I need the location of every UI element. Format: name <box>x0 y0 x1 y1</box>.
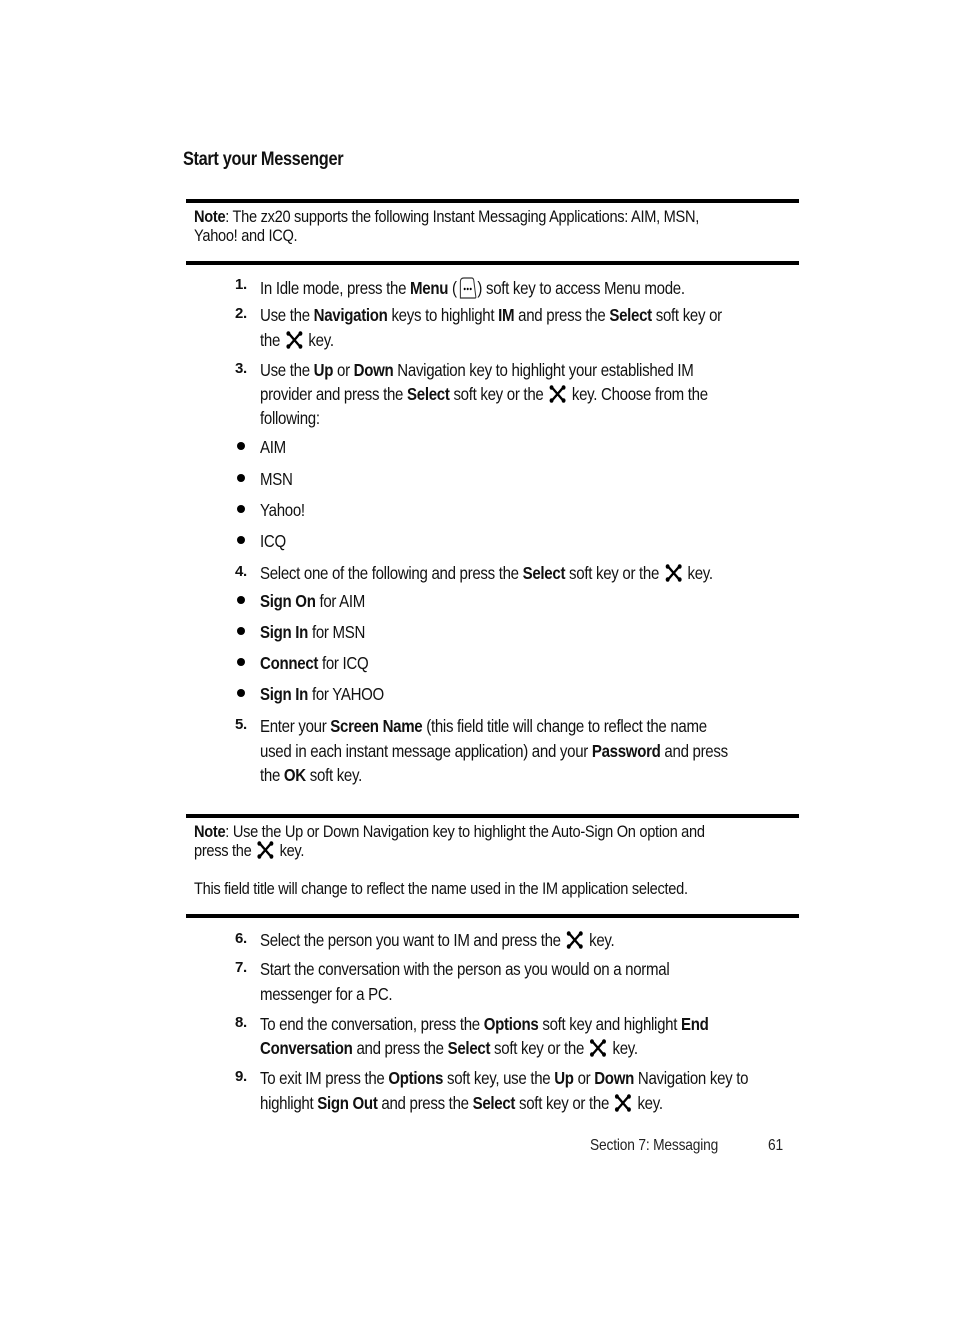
step-number: 9. <box>235 1068 247 1085</box>
step-8: 8. To end the conversation, press the Op… <box>235 1014 709 1058</box>
step-9: 9. To exit IM press the Options soft key… <box>235 1068 749 1113</box>
bullet-icon <box>237 627 245 635</box>
menu-soft-key-icon <box>457 276 478 300</box>
bullet-item: AIM <box>0 437 954 459</box>
note-bottom-rule <box>186 914 799 918</box>
note-bottom-rule <box>186 261 799 265</box>
footer-section: Section 7: Messaging <box>590 1137 719 1154</box>
bullet-icon <box>237 658 245 666</box>
step-6: 6. Select the person you want to IM and … <box>235 930 615 950</box>
select-key-icon <box>549 385 566 403</box>
step-3: 3. Use the Up or Down Navigation key to … <box>235 360 708 428</box>
page-number: 61 <box>768 1137 783 1154</box>
step-5: 5. Enter your Screen Name (this field ti… <box>235 716 728 785</box>
step-1: 1. In Idle mode, press the Menu () soft … <box>235 276 685 300</box>
select-key-icon <box>615 1094 632 1112</box>
bullet-icon <box>237 596 245 604</box>
select-key-icon <box>665 564 682 582</box>
note-box-1: Note: The zx20 supports the following In… <box>194 207 794 245</box>
select-key-icon <box>286 331 303 349</box>
select-key-icon <box>257 841 274 859</box>
note-text: This field title will change to reflect … <box>194 879 688 898</box>
note-box-2: Note: Use the Up or Down Navigation key … <box>194 822 705 898</box>
bullet-icon <box>237 689 245 697</box>
bullet-item: MSN <box>0 469 954 491</box>
bullet-icon <box>237 505 245 513</box>
step-number: 5. <box>235 716 247 733</box>
step-number: 7. <box>235 959 247 976</box>
step-number: 6. <box>235 930 247 947</box>
step-7: 7. Start the conversation with the perso… <box>235 959 670 1004</box>
bullet-item: Sign In for MSN <box>0 622 954 644</box>
step-number: 1. <box>235 276 247 293</box>
note-top-rule <box>186 814 799 818</box>
step-number: 3. <box>235 360 247 377</box>
step-number: 2. <box>235 305 247 322</box>
note-text: Yahoo! and ICQ. <box>194 226 298 245</box>
note-text: : The zx20 supports the following Instan… <box>225 207 699 226</box>
step-number: 8. <box>235 1014 247 1031</box>
bullet-item: Yahoo! <box>0 500 954 522</box>
bullet-item: Connect for ICQ <box>0 653 954 675</box>
bullet-icon <box>237 442 245 450</box>
bullet-item: Sign On for AIM <box>0 591 954 613</box>
note-label: Note <box>194 822 226 841</box>
note-label: Note <box>194 207 226 226</box>
section-heading: Start your Messenger <box>183 149 344 170</box>
bullet-icon <box>237 474 245 482</box>
step-number: 4. <box>235 563 247 580</box>
step-2: 2. Use the Navigation keys to highlight … <box>235 305 722 350</box>
step-4: 4. Select one of the following and press… <box>235 563 713 583</box>
bullet-icon <box>237 536 245 544</box>
select-key-icon <box>590 1039 607 1057</box>
select-key-icon <box>566 931 583 949</box>
bullet-item: Sign In for YAHOO <box>0 684 954 706</box>
note-top-rule <box>186 199 799 203</box>
note-text: : Use the Up or Down Navigation key to h… <box>225 822 705 841</box>
bullet-item: ICQ <box>0 531 954 553</box>
